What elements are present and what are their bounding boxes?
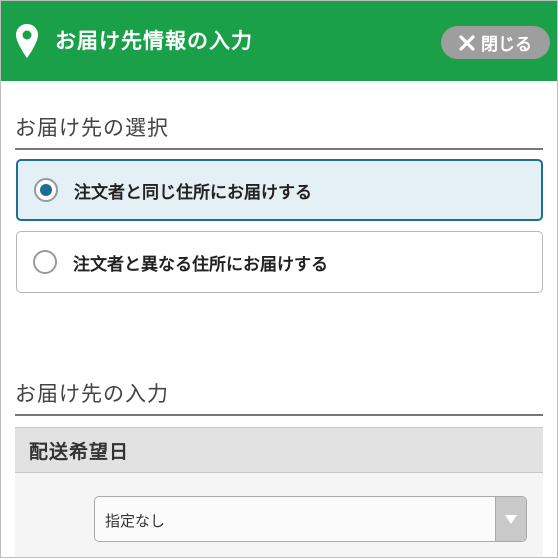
option-different-address[interactable]: 注文者と異なる住所にお届けする: [16, 231, 543, 293]
radio-different-address[interactable]: [33, 250, 57, 274]
delivery-info-dialog: お届け先情報の入力 閉じる お届け先の選択 注文者と同じ住所にお届けする 注文者…: [0, 0, 558, 558]
map-pin-icon: [16, 24, 38, 58]
page-title: お届け先情報の入力: [55, 29, 253, 53]
destination-select-heading: お届け先の選択: [15, 114, 543, 150]
delivery-date-select-value: 指定なし: [105, 512, 166, 530]
option-same-address[interactable]: 注文者と同じ住所にお届けする: [16, 159, 543, 221]
chevron-down-icon: [505, 514, 517, 524]
delivery-date-select[interactable]: 指定なし: [94, 496, 527, 542]
select-arrow-button[interactable]: [495, 497, 526, 541]
dialog-header: お届け先情報の入力 閉じる: [1, 1, 557, 81]
destination-input-heading: お届け先の入力: [15, 380, 543, 416]
option-different-address-label: 注文者と異なる住所にお届けする: [73, 254, 328, 275]
delivery-date-label: 配送希望日: [29, 440, 130, 463]
close-button[interactable]: 閉じる: [441, 26, 550, 59]
delivery-date-header: 配送希望日: [15, 427, 543, 473]
close-button-label: 閉じる: [481, 35, 532, 55]
option-same-address-label: 注文者と同じ住所にお届けする: [74, 182, 312, 203]
radio-same-address[interactable]: [34, 178, 58, 202]
close-icon: [459, 34, 475, 51]
